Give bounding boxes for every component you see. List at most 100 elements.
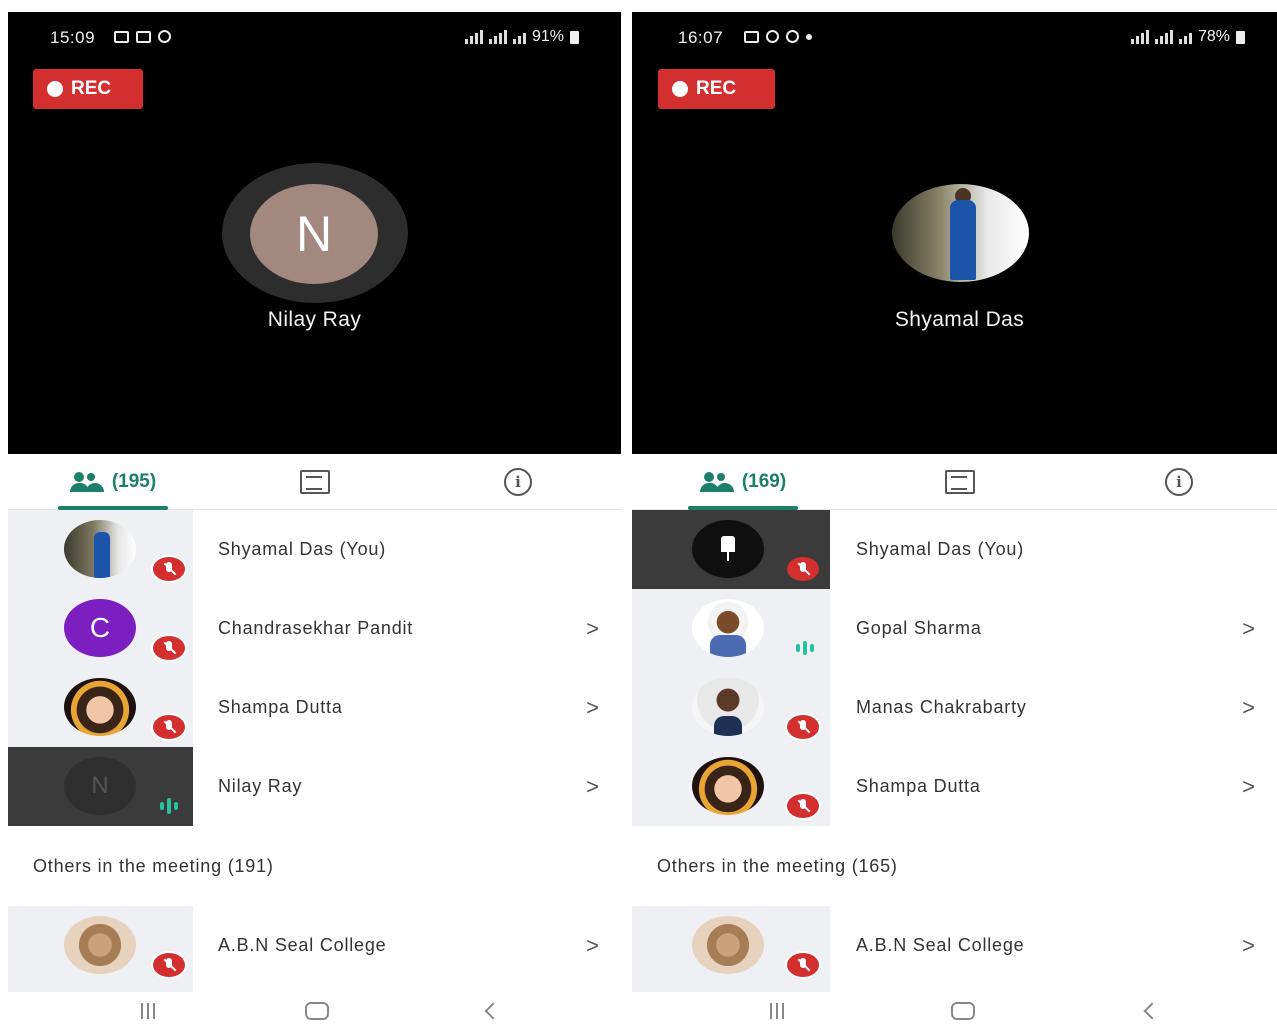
- avatar: [692, 520, 764, 578]
- more-notifications-icon: [806, 33, 812, 40]
- chat-icon: [300, 470, 330, 494]
- meet-screen-left: 15:09 91% REC N Nilay Ray (195) i Shyama…: [8, 12, 621, 1030]
- rec-badge: REC: [33, 69, 143, 109]
- status-right: 78%: [1130, 28, 1245, 46]
- avatar: [692, 757, 764, 815]
- participant-list: Shyamal Das (You) C Chandrasekhar Pandit…: [8, 510, 621, 1030]
- mic-off-icon: [785, 713, 821, 741]
- participant-thumb: [632, 510, 830, 589]
- chat-icon: [945, 470, 975, 494]
- back-button[interactable]: [478, 998, 508, 1024]
- participant-list: Shyamal Das (You) Gopal Sharma > Manas C…: [632, 510, 1277, 1030]
- participant-name: Shampa Dutta: [218, 697, 343, 717]
- chevron-right-icon[interactable]: >: [1242, 589, 1255, 668]
- avatar: [64, 520, 136, 578]
- tab-info[interactable]: i: [1159, 454, 1199, 510]
- tab-bar: (169) i: [632, 454, 1277, 510]
- participant-row[interactable]: A.B.N Seal College >: [8, 906, 621, 985]
- chevron-right-icon[interactable]: >: [586, 906, 599, 985]
- tab-bar: (195) i: [8, 454, 621, 510]
- mic-off-icon: [151, 555, 187, 583]
- recent-apps-button[interactable]: [762, 998, 792, 1024]
- rec-label: REC: [71, 78, 112, 99]
- participant-thumb: [8, 906, 193, 985]
- notification-icons: [114, 30, 171, 43]
- battery-percent: 91%: [531, 28, 564, 45]
- tab-info[interactable]: i: [498, 454, 538, 510]
- participant-row[interactable]: C Chandrasekhar Pandit >: [8, 589, 621, 668]
- recent-apps-icon: [770, 1003, 784, 1019]
- others-header: Others in the meeting (191): [33, 855, 274, 876]
- back-icon: [1143, 1002, 1161, 1020]
- recent-apps-icon: [141, 1003, 155, 1019]
- participant-name: A.B.N Seal College: [856, 935, 1025, 955]
- mic-off-icon: [151, 713, 187, 741]
- chevron-right-icon[interactable]: >: [1242, 668, 1255, 747]
- status-bar: 16:07 78%: [632, 28, 1277, 52]
- android-nav-bar: [8, 992, 621, 1030]
- mic-off-icon: [785, 555, 821, 583]
- others-header: Others in the meeting (165): [657, 855, 898, 876]
- participant-row[interactable]: Shyamal Das (You): [8, 510, 621, 589]
- presenter-name: Nilay Ray: [267, 308, 362, 331]
- participant-row[interactable]: Shyamal Das (You): [632, 510, 1277, 589]
- signal-icon-3: [1178, 30, 1192, 44]
- participant-row[interactable]: N Nilay Ray >: [8, 747, 621, 826]
- presenter-avatar: N: [250, 184, 378, 284]
- message-icon: [744, 30, 759, 43]
- chevron-right-icon[interactable]: >: [586, 668, 599, 747]
- home-button[interactable]: [302, 998, 332, 1024]
- main-video-area[interactable]: 16:07 78% REC Shyamal Das: [632, 12, 1277, 454]
- participant-thumb: [8, 510, 193, 589]
- recent-apps-button[interactable]: [133, 998, 163, 1024]
- tab-people[interactable]: (169): [688, 454, 798, 510]
- avatar: [64, 916, 136, 974]
- mic-off-icon: [785, 792, 821, 820]
- participant-name: Nilay Ray: [218, 776, 303, 796]
- participant-name: Chandrasekhar Pandit: [218, 618, 414, 638]
- gallery-icon: [114, 30, 129, 43]
- participant-thumb: C: [8, 589, 193, 668]
- participant-thumb: [632, 589, 830, 668]
- battery-percent: 78%: [1197, 28, 1230, 45]
- participant-row[interactable]: A.B.N Seal College >: [632, 906, 1277, 985]
- audio-level-icon: [787, 637, 823, 659]
- signal-icon-2: [1154, 30, 1173, 44]
- messenger-icon: [786, 30, 799, 43]
- tab-people[interactable]: (195): [58, 454, 168, 510]
- participant-thumb: N: [8, 747, 193, 826]
- status-time: 15:09: [50, 28, 96, 47]
- presenter-name: Shyamal Das: [894, 308, 1025, 331]
- participant-row[interactable]: Shampa Dutta >: [8, 668, 621, 747]
- back-button[interactable]: [1137, 998, 1167, 1024]
- avatar: [692, 599, 764, 657]
- participant-thumb: [8, 668, 193, 747]
- participant-row[interactable]: Manas Chakrabarty >: [632, 668, 1277, 747]
- presenter-avatar: [892, 184, 1029, 282]
- main-video-area[interactable]: 15:09 91% REC N Nilay Ray: [8, 12, 621, 454]
- meet-screen-right: 16:07 78% REC Shyamal Das (169) i Shyama…: [632, 12, 1277, 1030]
- info-icon: i: [504, 468, 532, 496]
- chevron-right-icon[interactable]: >: [586, 747, 599, 826]
- participant-name: A.B.N Seal College: [218, 935, 387, 955]
- rec-label: REC: [696, 78, 737, 99]
- rec-badge: REC: [658, 69, 775, 109]
- chevron-right-icon[interactable]: >: [1242, 747, 1255, 826]
- participant-thumb: [632, 906, 830, 985]
- back-icon: [484, 1002, 502, 1020]
- mic-off-icon: [151, 634, 187, 662]
- pin-icon: [718, 536, 738, 562]
- tab-chat[interactable]: [940, 454, 980, 510]
- mic-off-icon: [785, 951, 821, 979]
- participant-name: Gopal Sharma: [856, 618, 982, 638]
- participant-row[interactable]: Shampa Dutta >: [632, 747, 1277, 826]
- tab-chat[interactable]: [295, 454, 335, 510]
- battery-icon: [570, 30, 579, 44]
- home-button[interactable]: [948, 998, 978, 1024]
- participant-row[interactable]: Gopal Sharma >: [632, 589, 1277, 668]
- record-dot-icon: [672, 81, 688, 97]
- signal-icon-2: [488, 30, 507, 44]
- chevron-right-icon[interactable]: >: [586, 589, 599, 668]
- chevron-right-icon[interactable]: >: [1242, 906, 1255, 985]
- android-nav-bar: [632, 992, 1277, 1030]
